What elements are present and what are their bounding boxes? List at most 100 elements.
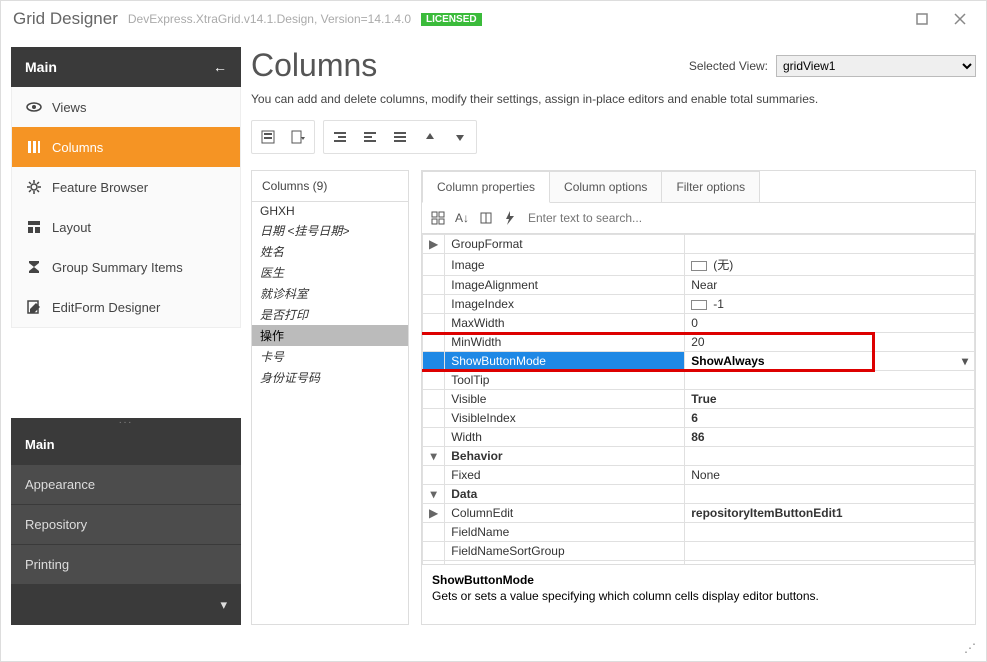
indent-left-button[interactable] — [326, 123, 354, 151]
property-value[interactable]: 6 — [685, 409, 975, 428]
property-value[interactable]: 86 — [685, 428, 975, 447]
column-item[interactable]: 身份证号码 — [252, 367, 408, 388]
expand-icon[interactable]: ▾ — [423, 447, 445, 466]
sidebar-item-label: Group Summary Items — [52, 260, 183, 275]
property-value[interactable]: -1 — [685, 295, 975, 314]
sidebar-header: Main ← — [11, 47, 241, 87]
property-value[interactable]: ShowAlways▾ — [685, 352, 975, 371]
maximize-button[interactable] — [908, 9, 936, 29]
property-row[interactable]: VisibleTrue — [423, 390, 975, 409]
property-grid-scroll[interactable]: ▶GroupFormatImage(无)ImageAlignmentNearIm… — [422, 234, 975, 564]
sidebar-section-main[interactable]: Main — [11, 424, 241, 464]
resize-grip-icon[interactable]: ⋰ — [964, 641, 976, 655]
property-row[interactable]: FieldName — [423, 523, 975, 542]
expand-icon — [423, 561, 445, 565]
sidebar-item-layout[interactable]: Layout — [12, 207, 240, 247]
property-value[interactable] — [685, 523, 975, 542]
sigma-icon — [26, 259, 42, 275]
property-row[interactable]: ▶ColumnEditrepositoryItemButtonEdit1 — [423, 504, 975, 523]
property-search-input[interactable] — [524, 207, 969, 229]
move-up-button[interactable] — [416, 123, 444, 151]
titlebar: Grid Designer DevExpress.XtraGrid.v14.1.… — [1, 1, 986, 37]
property-row[interactable]: MinWidth20 — [423, 333, 975, 352]
property-row[interactable]: Image(无) — [423, 254, 975, 276]
property-value[interactable]: 20 — [685, 333, 975, 352]
sidebar-section-appearance[interactable]: Appearance — [11, 464, 241, 504]
move-down-button[interactable] — [446, 123, 474, 151]
property-row[interactable]: ImageIndex-1 — [423, 295, 975, 314]
property-value[interactable]: repositoryItemButtonEdit1 — [685, 504, 975, 523]
property-row[interactable]: ToolTip — [423, 371, 975, 390]
property-category[interactable]: ▾Behavior — [423, 447, 975, 466]
tab-column-options[interactable]: Column options — [549, 171, 662, 202]
expand-icon — [423, 333, 445, 352]
property-row[interactable]: ▶GroupFormat — [423, 235, 975, 254]
property-name: Image — [445, 254, 685, 276]
property-name: GroupFormat — [445, 235, 685, 254]
add-column-button[interactable] — [254, 123, 282, 151]
property-name: ColumnEdit — [445, 504, 685, 523]
property-row[interactable]: ImageAlignmentNear — [423, 276, 975, 295]
sidebar-section-repository[interactable]: Repository — [11, 504, 241, 544]
properties-icon[interactable] — [476, 208, 496, 228]
tab-column-properties[interactable]: Column properties — [422, 171, 550, 203]
property-value[interactable]: (无) — [685, 254, 975, 276]
property-row[interactable]: Width86 — [423, 428, 975, 447]
sidebar-item-views[interactable]: Views — [12, 87, 240, 127]
property-row[interactable]: FieldNameSortGroup — [423, 542, 975, 561]
property-row[interactable]: FilterModeValue — [423, 561, 975, 565]
sidebar-section-printing[interactable]: Printing — [11, 544, 241, 584]
tab-filter-options[interactable]: Filter options — [661, 171, 760, 202]
column-item[interactable]: 卡号 — [252, 346, 408, 367]
sidebar-expand-button[interactable]: ▾ — [11, 584, 241, 625]
column-item[interactable]: 就诊科室 — [252, 283, 408, 304]
events-icon[interactable] — [500, 208, 520, 228]
property-row[interactable]: ShowButtonModeShowAlways▾ — [423, 352, 975, 371]
sidebar-item-editform-designer[interactable]: EditForm Designer — [12, 287, 240, 327]
property-row[interactable]: MaxWidth0 — [423, 314, 975, 333]
indent-right-button[interactable] — [356, 123, 384, 151]
property-name: ToolTip — [445, 371, 685, 390]
property-value[interactable] — [685, 371, 975, 390]
column-item[interactable]: 姓名 — [252, 241, 408, 262]
sidebar-item-feature-browser[interactable]: Feature Browser — [12, 167, 240, 207]
property-value[interactable]: Value — [685, 561, 975, 565]
sidebar-item-group-summary-items[interactable]: Group Summary Items — [12, 247, 240, 287]
property-value[interactable] — [685, 447, 975, 466]
column-item[interactable]: 医生 — [252, 262, 408, 283]
property-value[interactable] — [685, 235, 975, 254]
ungroup-button[interactable] — [386, 123, 414, 151]
alphabetical-icon[interactable]: A↓ — [452, 208, 472, 228]
property-value[interactable]: 0 — [685, 314, 975, 333]
property-name: Fixed — [445, 466, 685, 485]
property-value[interactable]: Near — [685, 276, 975, 295]
column-item[interactable]: GHXH — [252, 202, 408, 220]
property-value[interactable] — [685, 542, 975, 561]
property-value[interactable]: True — [685, 390, 975, 409]
sidebar-item-label: EditForm Designer — [52, 300, 160, 315]
column-item[interactable]: 日期 <挂号日期> — [252, 220, 408, 241]
property-category[interactable]: ▾Data — [423, 485, 975, 504]
property-row[interactable]: FixedNone — [423, 466, 975, 485]
expand-icon[interactable]: ▾ — [423, 485, 445, 504]
dropdown-icon[interactable]: ▾ — [962, 354, 968, 368]
remove-column-button[interactable] — [284, 123, 312, 151]
expand-icon[interactable]: ▶ — [423, 504, 445, 523]
categorized-icon[interactable] — [428, 208, 448, 228]
close-button[interactable] — [946, 9, 974, 29]
property-row[interactable]: VisibleIndex6 — [423, 409, 975, 428]
toolbar — [251, 120, 976, 154]
column-item[interactable]: 是否打印 — [252, 304, 408, 325]
expand-icon — [423, 523, 445, 542]
property-value[interactable]: None — [685, 466, 975, 485]
sidebar-item-columns[interactable]: Columns — [12, 127, 240, 167]
page-description: You can add and delete columns, modify t… — [251, 92, 976, 106]
expand-icon[interactable]: ▶ — [423, 235, 445, 254]
back-arrow-icon[interactable]: ← — [213, 59, 227, 75]
columns-list: Columns (9) GHXH日期 <挂号日期>姓名医生就诊科室是否打印操作卡… — [251, 170, 409, 625]
property-value[interactable] — [685, 485, 975, 504]
property-name: FilterMode — [445, 561, 685, 565]
selected-view-dropdown[interactable]: gridView1 — [776, 55, 976, 77]
property-name: ShowButtonMode — [445, 352, 685, 371]
column-item[interactable]: 操作 — [252, 325, 408, 346]
